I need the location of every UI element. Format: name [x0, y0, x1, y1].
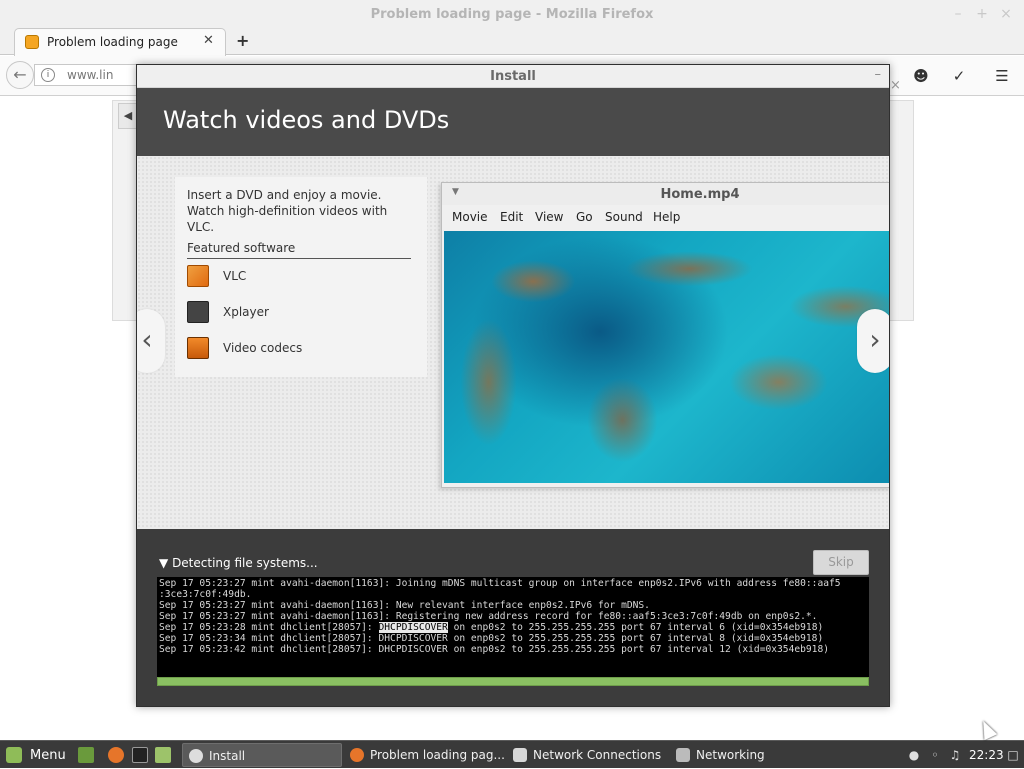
network-disconnected-icon[interactable]: ◦ [928, 748, 942, 762]
player-menubar: Movie Edit View Go Sound Help [442, 205, 889, 229]
error-page-arrow-icon[interactable]: ◀ [118, 103, 138, 129]
menu-help: Help [653, 210, 681, 224]
player-title: Home.mp4 [660, 187, 740, 202]
software-label: VLC [223, 269, 247, 283]
folder-icon[interactable] [155, 747, 171, 763]
tab-problem-loading-page[interactable]: Problem loading page ✕ [14, 28, 226, 56]
task-networking[interactable]: Networking [670, 743, 830, 767]
software-label: Video codecs [223, 341, 303, 355]
volume-icon[interactable]: ♫ [948, 748, 962, 762]
firefox-icon [350, 748, 364, 762]
vlc-icon [187, 265, 209, 287]
task-network-connections[interactable]: Network Connections [507, 743, 667, 767]
firefox-window-title: Problem loading page - Mozilla Firefox [370, 7, 654, 22]
log-line: Sep 17 05:23:34 mint dhclient[28057]: DH… [159, 633, 824, 644]
maximize-icon[interactable]: + [972, 4, 992, 24]
close-icon[interactable]: × [996, 4, 1016, 24]
triangle-down-icon: ▼ [159, 556, 169, 570]
software-label: Xplayer [223, 305, 269, 319]
log-line: Sep 17 05:23:27 mint avahi-daemon[1163]:… [159, 600, 650, 611]
tab-label: Problem loading page [47, 35, 178, 49]
log-line: :3ce3:7c0f:49db. [159, 589, 252, 600]
menu-sound: Sound [605, 210, 643, 224]
mouse-cursor-icon [976, 717, 998, 741]
task-label: Install [209, 749, 246, 763]
display-icon[interactable]: □ [1006, 748, 1020, 762]
mint-logo-icon [6, 747, 22, 763]
back-button[interactable]: ← [6, 61, 34, 89]
firefox-tabbar: Problem loading page ✕ + [0, 28, 1024, 56]
previous-slide-button[interactable]: ‹ [137, 309, 165, 373]
firefox-icon[interactable] [108, 747, 124, 763]
install-log: Sep 17 05:23:27 mint avahi-daemon[1163]:… [157, 577, 869, 677]
skip-button[interactable]: Skip [813, 550, 869, 575]
task-label: Networking [696, 748, 765, 762]
new-tab-button[interactable]: + [236, 31, 249, 50]
player-titlebar: ▼ Home.mp4 [442, 183, 889, 205]
minimize-icon[interactable]: – [875, 67, 882, 82]
firefox-titlebar: Problem loading page - Mozilla Firefox –… [0, 0, 1024, 28]
pocket-icon[interactable]: ✓ [948, 66, 970, 86]
slide-heading: Watch videos and DVDs [163, 106, 450, 134]
info-icon[interactable]: i [41, 68, 55, 82]
progress-bar [157, 677, 869, 686]
user-icon[interactable]: ● [907, 748, 921, 762]
xplayer-icon [187, 301, 209, 323]
menu-movie: Movie [452, 210, 488, 224]
warning-icon [25, 35, 39, 49]
error-close-icon[interactable]: × [890, 78, 901, 93]
url-text: www.lin [67, 68, 114, 82]
log-line: Sep 17 05:23:27 mint avahi-daemon[1163]:… [159, 611, 818, 622]
slide-description: Insert a DVD and enjoy a movie. Watch hi… [187, 188, 388, 234]
player-screenshot: ▼ Home.mp4 Movie Edit View Go Sound Help [441, 182, 889, 488]
terminal-icon[interactable] [132, 747, 148, 763]
task-label: Network Connections [533, 748, 662, 762]
log-line: Sep 17 05:23:28 mint dhclient[28057]: DH… [159, 622, 824, 633]
menu-go: Go [576, 210, 593, 224]
next-slide-button[interactable]: › [857, 309, 889, 373]
minimize-icon[interactable]: – [948, 4, 968, 24]
install-window-title: Install [490, 69, 536, 84]
network-connections-icon [513, 748, 527, 762]
url-bar[interactable]: i www.lin [34, 64, 144, 86]
task-install[interactable]: Install [182, 743, 342, 767]
log-line: Sep 17 05:23:42 mint dhclient[28057]: DH… [159, 644, 830, 655]
status-expander[interactable]: ▼ Detecting file systems... [159, 556, 318, 570]
video-codecs-icon [187, 337, 209, 359]
menu-view: View [535, 210, 564, 224]
emoji-icon[interactable]: ☻ [910, 66, 932, 86]
tab-close-icon[interactable]: ✕ [203, 33, 214, 48]
install-window: Install – Watch videos and DVDs Insert a… [136, 64, 890, 707]
install-titlebar: Install – [137, 65, 889, 88]
menu-edit: Edit [500, 210, 524, 224]
clock[interactable]: 22:23 [969, 748, 1004, 762]
slide-text-panel: Insert a DVD and enjoy a movie. Watch hi… [175, 177, 427, 377]
install-icon [189, 749, 203, 763]
status-text: Detecting file systems... [172, 556, 318, 570]
task-firefox[interactable]: Problem loading pag... [344, 743, 505, 767]
taskbar: Menu Install Problem loading pag... Netw… [0, 740, 1024, 768]
menu-label: Menu [30, 748, 66, 763]
install-header: Watch videos and DVDs [137, 88, 889, 156]
video-frame [444, 231, 889, 483]
log-line: Sep 17 05:23:27 mint avahi-daemon[1163]:… [159, 578, 841, 589]
task-label: Problem loading pag... [370, 748, 505, 762]
networking-icon [676, 748, 690, 762]
slideshow: Insert a DVD and enjoy a movie. Watch hi… [137, 156, 889, 529]
featured-software-heading: Featured software [187, 241, 411, 259]
menu-button[interactable]: Menu [0, 741, 72, 769]
hamburger-menu-icon[interactable]: ☰ [991, 66, 1013, 86]
show-desktop-icon[interactable] [78, 747, 94, 763]
